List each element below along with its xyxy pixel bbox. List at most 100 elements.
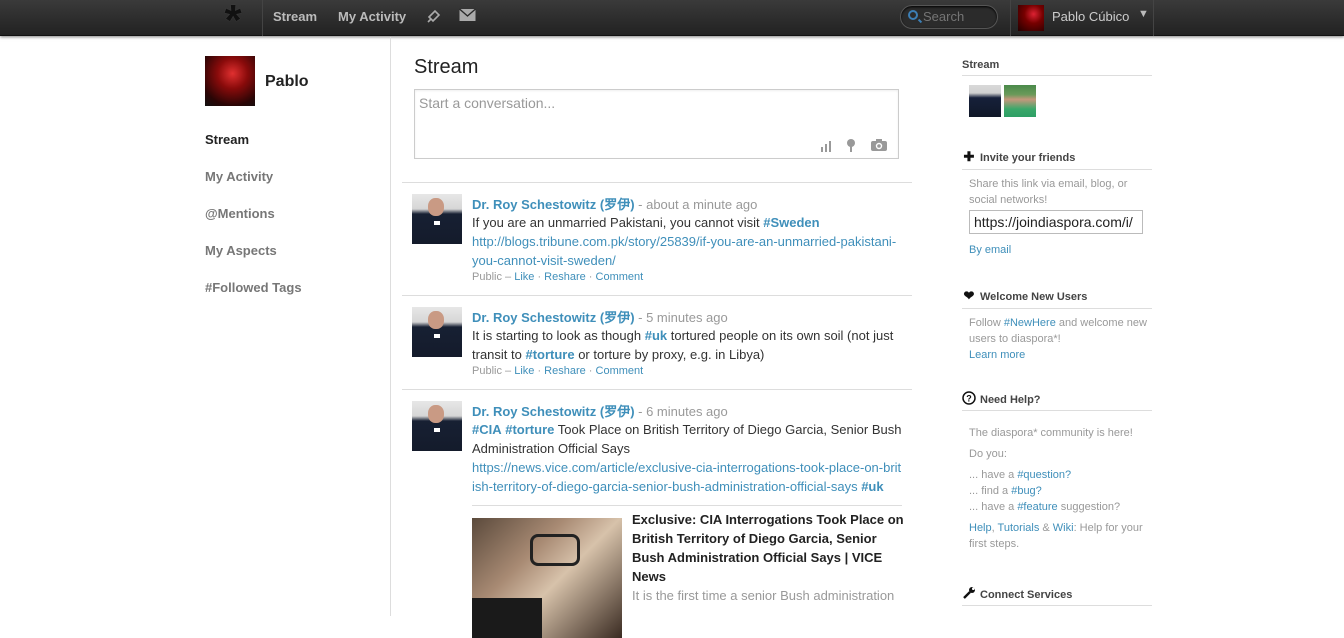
- right-sidebar: Stream ✚ Invite your friends Share this l…: [962, 37, 1152, 616]
- search-icon: [908, 10, 918, 20]
- author-name[interactable]: Dr. Roy Schestowitz (罗伊): [472, 404, 635, 419]
- sidebar-item-mentions[interactable]: @Mentions: [205, 206, 275, 221]
- post-meta: Public – Like · Reshare · Comment: [472, 365, 644, 377]
- wrench-icon: [962, 586, 976, 601]
- comment-link[interactable]: Comment: [596, 365, 644, 377]
- page-title: Stream: [414, 56, 479, 78]
- post-header: Dr. Roy Schestowitz (罗伊) - about a minut…: [472, 194, 757, 213]
- section-title-text: Stream: [962, 59, 1000, 71]
- author-avatar[interactable]: [412, 194, 462, 244]
- contact-avatar[interactable]: [969, 85, 1001, 117]
- nav-stream[interactable]: Stream: [273, 9, 317, 24]
- search-input[interactable]: [923, 9, 993, 24]
- main-stream: Stream Start a conversation... Dr. Roy S…: [402, 37, 912, 638]
- visibility-label: Public –: [472, 365, 515, 377]
- question-tag-link[interactable]: #question?: [1017, 469, 1071, 481]
- post-header: Dr. Roy Schestowitz (罗伊) - 6 minutes ago: [472, 401, 728, 420]
- wiki-link[interactable]: Wiki: [1053, 522, 1074, 534]
- preview-title[interactable]: Exclusive: CIA Interrogations Took Place…: [632, 510, 907, 586]
- help-do-you: Do you:: [969, 448, 1007, 460]
- hashtag-link[interactable]: #torture: [505, 422, 554, 437]
- post-link[interactable]: https://news.vice.com/article/exclusive-…: [472, 460, 901, 494]
- publisher-placeholder[interactable]: Start a conversation...: [419, 95, 555, 111]
- section-title-text: Connect Services: [980, 589, 1073, 601]
- section-welcome-title: ❤ Welcome New Users: [962, 288, 1152, 309]
- link-preview[interactable]: Exclusive: CIA Interrogations Took Place…: [472, 505, 904, 638]
- caret-down-icon: ▼: [1138, 8, 1149, 20]
- like-link[interactable]: Like: [514, 365, 534, 377]
- author-name[interactable]: Dr. Roy Schestowitz (罗伊): [472, 197, 635, 212]
- by-email-link[interactable]: By email: [969, 244, 1011, 256]
- hashtag-link[interactable]: #uk: [645, 328, 667, 343]
- hashtag-link[interactable]: #uk: [861, 479, 883, 494]
- hashtag-link[interactable]: #Sweden: [763, 215, 819, 230]
- search-box[interactable]: [900, 5, 998, 29]
- author-name[interactable]: Dr. Roy Schestowitz (罗伊): [472, 310, 635, 325]
- mail-icon[interactable]: [459, 8, 476, 25]
- like-link[interactable]: Like: [514, 271, 534, 283]
- help-bug-row: ... find a #bug?: [969, 483, 1149, 499]
- profile-name[interactable]: Pablo: [265, 73, 309, 91]
- section-title-text: Invite your friends: [980, 152, 1076, 164]
- help-feature-row: ... have a #feature suggestion?: [969, 499, 1149, 515]
- notifications-icon[interactable]: [426, 8, 442, 27]
- reshare-link[interactable]: Reshare: [544, 271, 586, 283]
- help-text-part: suggestion?: [1057, 501, 1121, 513]
- by-email-row: By email: [969, 242, 1149, 258]
- sidebar-item-followed-tags[interactable]: #Followed Tags: [205, 280, 302, 295]
- hashtag-link[interactable]: #torture: [525, 347, 574, 362]
- help-link[interactable]: Help: [969, 522, 992, 534]
- post-header: Dr. Roy Schestowitz (罗伊) - 5 minutes ago: [472, 307, 728, 326]
- learn-more-link[interactable]: Learn more: [969, 349, 1025, 361]
- contact-avatar[interactable]: [1004, 85, 1036, 117]
- invite-link-field[interactable]: [969, 210, 1143, 234]
- bug-tag-link[interactable]: #bug?: [1011, 485, 1042, 497]
- post-meta: Public – Like · Reshare · Comment: [472, 271, 644, 283]
- diaspora-logo-icon[interactable]: *: [218, 0, 248, 43]
- divider: [402, 182, 912, 183]
- nav-my-activity[interactable]: My Activity: [338, 9, 406, 24]
- hashtag-link[interactable]: #CIA: [472, 422, 502, 437]
- camera-icon[interactable]: [870, 139, 888, 155]
- section-stream-title: Stream: [962, 59, 1152, 76]
- publisher-box[interactable]: Start a conversation...: [414, 89, 899, 159]
- left-sidebar: Pablo Stream My Activity @Mentions My As…: [0, 37, 391, 616]
- section-invite-title: ✚ Invite your friends: [962, 149, 1152, 170]
- post-time[interactable]: - 5 minutes ago: [635, 310, 728, 325]
- divider: [402, 389, 912, 390]
- post-body: It is starting to look as though #uk tor…: [472, 326, 902, 364]
- post-link[interactable]: http://blogs.tribune.com.pk/story/25839/…: [472, 234, 896, 268]
- post-text: It is starting to look as though: [472, 328, 645, 343]
- author-avatar[interactable]: [412, 401, 462, 451]
- preview-description: It is the first time a senior Bush admin…: [632, 588, 895, 603]
- post-time[interactable]: - about a minute ago: [635, 197, 757, 212]
- newhere-tag-link[interactable]: #NewHere: [1004, 317, 1056, 329]
- feature-tag-link[interactable]: #feature: [1017, 501, 1057, 513]
- poll-icon[interactable]: [820, 139, 836, 155]
- profile-avatar[interactable]: [205, 56, 255, 106]
- heart-icon: ❤: [963, 288, 975, 303]
- divider: [262, 0, 263, 36]
- user-menu[interactable]: Pablo Cúbico ▼: [1010, 0, 1154, 36]
- help-text-part: ... have a: [969, 501, 1018, 513]
- plus-icon: ✚: [963, 149, 975, 164]
- post-time[interactable]: - 6 minutes ago: [635, 404, 728, 419]
- help-question-row: ... have a #question?: [969, 467, 1149, 483]
- sidebar-item-stream[interactable]: Stream: [205, 132, 249, 147]
- author-avatar[interactable]: [412, 307, 462, 357]
- question-circle-icon: ?: [962, 391, 976, 406]
- svg-text:?: ?: [966, 394, 972, 404]
- location-pin-icon[interactable]: [846, 139, 860, 155]
- sidebar-item-my-aspects[interactable]: My Aspects: [205, 243, 277, 258]
- invite-text: Share this link via email, blog, or soci…: [969, 178, 1128, 206]
- comment-link[interactable]: Comment: [596, 271, 644, 283]
- tutorials-link[interactable]: Tutorials: [998, 522, 1040, 534]
- user-name: Pablo Cúbico: [1052, 9, 1130, 24]
- help-links-row: Help, Tutorials & Wiki: Help for your fi…: [969, 520, 1149, 552]
- section-title-text: Need Help?: [980, 394, 1041, 406]
- welcome-text: Follow #NewHere and welcome new users to…: [969, 315, 1149, 363]
- sidebar-item-my-activity[interactable]: My Activity: [205, 169, 273, 184]
- reshare-link[interactable]: Reshare: [544, 365, 586, 377]
- visibility-label: Public –: [472, 271, 515, 283]
- preview-thumbnail[interactable]: [472, 518, 622, 638]
